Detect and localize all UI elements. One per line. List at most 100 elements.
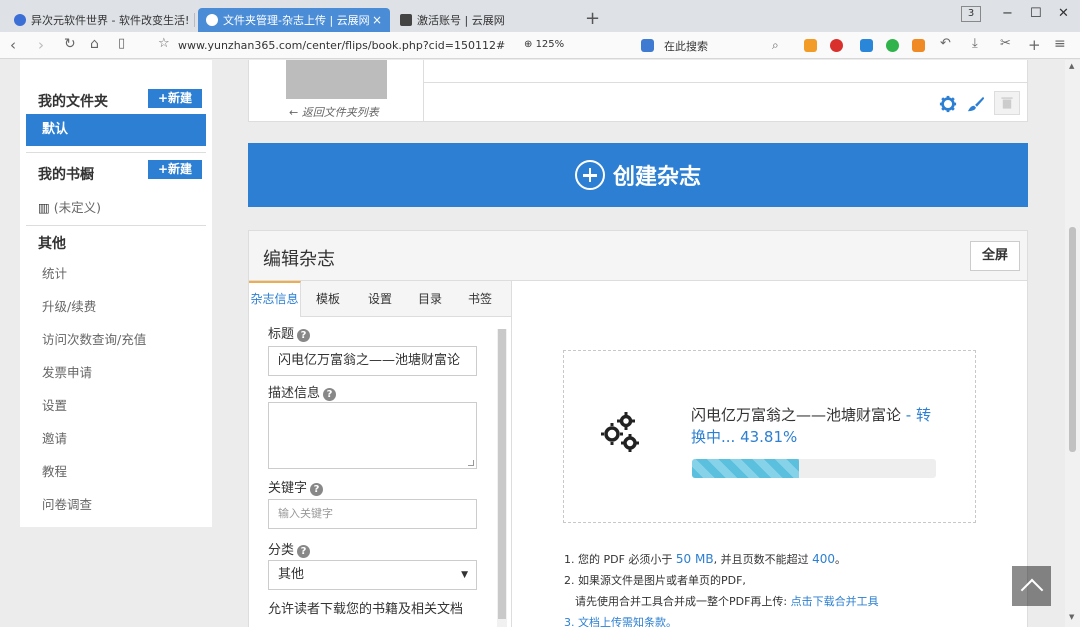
download-merge-tool-link[interactable]: 点击下载合并工具: [791, 595, 879, 608]
search-input[interactable]: 在此搜索: [664, 38, 708, 54]
sidebar-item-shelf-undefined[interactable]: ▥ (未定义): [38, 197, 101, 216]
progress-fill: [692, 459, 799, 478]
video-icon[interactable]: [912, 39, 925, 52]
trash-icon: [1001, 97, 1013, 109]
note-page-limit: 400: [812, 552, 835, 566]
folder-thumbnail[interactable]: [286, 60, 387, 99]
upload-terms-link[interactable]: 3. 文档上传需知条款。: [564, 612, 879, 627]
search-engine-icon[interactable]: [641, 39, 654, 52]
phone-icon[interactable]: [860, 39, 873, 52]
game-icon[interactable]: [804, 39, 817, 52]
tab-title: 文件夹管理-杂志上传 | 云展网: [223, 14, 370, 27]
tab-settings[interactable]: 设置: [357, 281, 403, 317]
shelf-undefined-label: (未定义): [53, 200, 102, 215]
back-to-top-button[interactable]: [1012, 566, 1051, 606]
scroll-down-icon[interactable]: ▼: [1069, 613, 1074, 621]
conversion-progress-bar: [692, 459, 936, 478]
page-scrollbar[interactable]: ▲ ▼: [1065, 60, 1080, 627]
back-to-folder-list-link[interactable]: ← 返回文件夹列表: [289, 104, 379, 120]
screenshot-icon[interactable]: ✂: [1000, 36, 1011, 51]
browser-tab-bar: 异次元软件世界 - 软件改变生活! 文件夹管理-杂志上传 | 云展网 × 激活账…: [0, 0, 1080, 32]
upload-dropzone[interactable]: 闪电亿万富翁之——池塘财富论 - 转换中... 43.81%: [563, 350, 976, 523]
scroll-up-icon[interactable]: ▲: [1069, 62, 1074, 70]
bookmark-star-icon[interactable]: ☆: [158, 36, 170, 51]
books-icon: ▥: [38, 200, 50, 215]
sidebar-item-invite[interactable]: 邀请: [42, 428, 67, 447]
help-icon[interactable]: ?: [323, 388, 337, 401]
delete-button[interactable]: [994, 91, 1020, 115]
site-favicon-icon: [14, 14, 26, 26]
sidebar-item-survey[interactable]: 问卷调查: [42, 494, 92, 513]
sidebar-item-visits[interactable]: 访问次数查询/充值: [42, 329, 146, 348]
sidebar-item-settings[interactable]: 设置: [42, 395, 67, 414]
main-panel: ← 返回文件夹列表 创建杂志 编辑杂志 全屏 杂志信息 模板 设置 目录 书签 …: [248, 60, 1028, 627]
yunzhan-favicon-icon: [400, 14, 412, 26]
description-textarea[interactable]: [268, 402, 477, 469]
sidebar: 我的文件夹 +新建 默认 我的书橱 +新建 ▥ (未定义) 其他 统计 升级/续…: [20, 60, 212, 527]
adblock-icon[interactable]: [830, 39, 843, 52]
title-field[interactable]: 闪电亿万富翁之——池塘财富论: [268, 346, 477, 376]
search-icon[interactable]: ⌕: [772, 38, 779, 53]
category-select[interactable]: 其他 ▼: [268, 560, 477, 590]
editor-title: 编辑杂志: [263, 249, 335, 270]
home-icon[interactable]: ⌂: [90, 36, 99, 52]
conversion-status: 闪电亿万富翁之——池塘财富论 - 转换中... 43.81%: [691, 404, 931, 448]
tab-magazine-info[interactable]: 杂志信息: [249, 281, 301, 317]
browser-tab-folder-manage[interactable]: 文件夹管理-杂志上传 | 云展网 ×: [198, 8, 390, 32]
create-magazine-button[interactable]: 创建杂志: [248, 143, 1028, 207]
note-1: 1. 您的 PDF 必须小于 50 MB, 并且页数不能超过 400。: [564, 549, 879, 570]
tab-bookmarks[interactable]: 书签: [457, 281, 503, 317]
add-icon[interactable]: +: [1028, 36, 1041, 54]
tab-template[interactable]: 模板: [305, 281, 351, 317]
note-2: 2. 如果源文件是图片或者单页的PDF,: [564, 574, 746, 587]
reader-icon[interactable]: ▯: [118, 36, 125, 51]
maximize-icon[interactable]: ☐: [1030, 6, 1042, 24]
fullscreen-button[interactable]: 全屏: [970, 241, 1020, 271]
note-text: , 并且页数不能超过: [713, 553, 813, 566]
tab-separator: [194, 13, 195, 27]
help-icon[interactable]: ?: [310, 483, 324, 496]
sidebar-item-tutorial[interactable]: 教程: [42, 461, 67, 480]
tab-toc[interactable]: 目录: [407, 281, 453, 317]
editor-tabs: 杂志信息 模板 设置 目录 书签: [249, 281, 511, 317]
sidebar-item-default[interactable]: 默认: [26, 114, 206, 146]
divider: [423, 60, 424, 122]
scrollbar-thumb[interactable]: [1069, 227, 1076, 452]
resize-grip-icon[interactable]: [468, 460, 474, 466]
window-count-badge[interactable]: 3: [961, 6, 981, 22]
new-folder-button[interactable]: +新建: [148, 89, 202, 108]
scrollbar-thumb[interactable]: [498, 329, 506, 619]
brush-icon[interactable]: [967, 95, 985, 113]
download-icon[interactable]: ⤓: [972, 36, 978, 51]
reload-icon[interactable]: ↻: [64, 36, 76, 52]
tab-title: 激活账号 | 云展网: [417, 14, 505, 27]
form-scrollbar[interactable]: [497, 329, 507, 627]
sidebar-item-stats[interactable]: 统计: [42, 263, 67, 282]
new-tab-icon[interactable]: +: [585, 8, 600, 29]
zoom-level[interactable]: ⊕ 125%: [524, 39, 564, 50]
help-icon[interactable]: ?: [297, 545, 311, 558]
sidebar-item-upgrade[interactable]: 升级/续费: [42, 296, 96, 315]
help-icon[interactable]: ?: [297, 329, 311, 342]
note-text: 。: [835, 553, 846, 566]
sidebar-item-invoice[interactable]: 发票申请: [42, 362, 92, 381]
back-icon[interactable]: ‹: [10, 36, 16, 54]
divider: [26, 225, 206, 226]
url-input[interactable]: www.yunzhan365.com/center/flips/book.php…: [178, 39, 505, 52]
minimize-icon[interactable]: −: [1002, 6, 1013, 24]
wechat-icon[interactable]: [886, 39, 899, 52]
keywords-input[interactable]: 输入关键字: [268, 499, 477, 529]
menu-icon[interactable]: ≡: [1054, 36, 1066, 52]
close-tab-icon[interactable]: ×: [372, 13, 382, 27]
divider: [26, 152, 206, 153]
undo-icon[interactable]: ↶: [940, 36, 951, 51]
browser-tab-activate[interactable]: 激活账号 | 云展网: [392, 8, 582, 32]
allow-download-label: 允许读者下载您的书籍及相关文档: [268, 602, 464, 617]
forward-icon[interactable]: ›: [38, 36, 44, 54]
close-window-icon[interactable]: ✕: [1058, 6, 1069, 24]
my-folders-heading: 我的文件夹: [38, 94, 108, 110]
browser-tab-yicix[interactable]: 异次元软件世界 - 软件改变生活!: [6, 8, 192, 32]
new-shelf-button[interactable]: +新建: [148, 160, 202, 179]
gear-icon[interactable]: [939, 95, 957, 113]
category-label-text: 分类: [268, 543, 295, 558]
